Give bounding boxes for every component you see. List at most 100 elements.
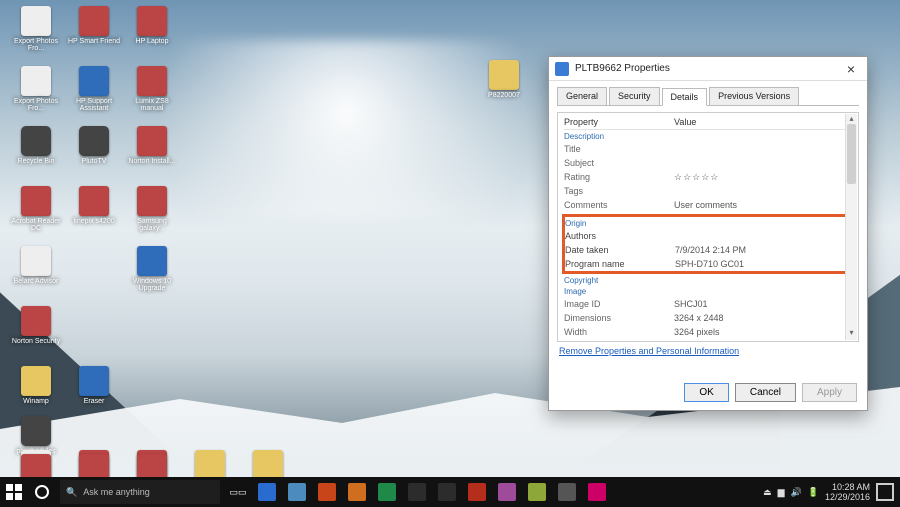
- file-icon: [195, 450, 225, 480]
- property-value: 7/9/2014 2:14 PM: [675, 243, 746, 257]
- file-icon: [79, 126, 109, 156]
- remove-properties-link[interactable]: Remove Properties and Personal Informati…: [559, 346, 857, 356]
- property-row[interactable]: Dimensions3264 x 2448: [564, 311, 852, 325]
- desktop-icon[interactable]: PlutoTV: [68, 126, 120, 165]
- taskbar-app[interactable]: [252, 477, 282, 507]
- app-icon: [258, 483, 276, 501]
- desktop-icon-label: Windows 10 Upgrade: [126, 278, 178, 292]
- desktop-icon[interactable]: finepix s4200: [68, 186, 120, 225]
- property-name: Title: [564, 142, 674, 156]
- file-icon: [137, 246, 167, 276]
- cancel-button[interactable]: Cancel: [735, 383, 796, 402]
- taskbar-app[interactable]: [282, 477, 312, 507]
- network-icon[interactable]: ▆: [778, 487, 785, 498]
- property-row[interactable]: Image IDSHCJ01: [564, 297, 852, 311]
- dialog-titlebar[interactable]: PLTB9662 Properties ×: [549, 57, 867, 81]
- desktop-icon[interactable]: Recycle Bin: [10, 126, 62, 165]
- property-row[interactable]: Title: [564, 142, 852, 156]
- cortana-icon[interactable]: [28, 477, 56, 507]
- file-icon: [137, 66, 167, 96]
- ok-button[interactable]: OK: [684, 383, 728, 402]
- file-icon: [21, 186, 51, 216]
- property-row[interactable]: Authors: [565, 229, 851, 243]
- property-name: Height: [564, 339, 674, 342]
- property-value: 3264 x 2448: [674, 311, 724, 325]
- battery-icon[interactable]: 🔋: [808, 487, 819, 498]
- desktop-icon-label: HP Support Assistant: [68, 98, 120, 112]
- desktop-icon[interactable]: HP Smart Friend: [68, 6, 120, 45]
- taskbar-app[interactable]: [402, 477, 432, 507]
- search-box[interactable]: 🔍 Ask me anything: [60, 480, 220, 504]
- taskbar-app[interactable]: [522, 477, 552, 507]
- taskbar-app[interactable]: [312, 477, 342, 507]
- desktop-icon[interactable]: P8220007: [478, 60, 530, 99]
- property-name: Subject: [564, 156, 674, 170]
- property-row[interactable]: Program nameSPH-D710 GC01: [565, 257, 851, 271]
- column-header-property: Property: [564, 117, 674, 127]
- app-icon: [438, 483, 456, 501]
- volume-icon[interactable]: 🔊: [791, 487, 802, 498]
- tray-icon[interactable]: ⏏: [763, 487, 772, 498]
- clock[interactable]: 10:28 AM 12/29/2016: [825, 482, 876, 502]
- app-icon: [528, 483, 546, 501]
- desktop-icon-label: finepix s4200: [68, 218, 120, 225]
- desktop[interactable]: { "desktop_icons": [ {"label":"Export Ph…: [0, 0, 900, 507]
- apply-button[interactable]: Apply: [802, 383, 857, 402]
- file-icon: [21, 126, 51, 156]
- property-name: Comments: [564, 198, 674, 212]
- desktop-icon[interactable]: Winamp: [10, 366, 62, 405]
- desktop-icon[interactable]: Norton Security: [10, 306, 62, 345]
- taskbar-app[interactable]: [552, 477, 582, 507]
- property-row[interactable]: Rating☆☆☆☆☆: [564, 170, 852, 184]
- desktop-icon-label: Export Photos Fro...: [10, 38, 62, 52]
- desktop-icon[interactable]: Export Photos Fro...: [10, 66, 62, 112]
- property-group-header: Copyright: [564, 276, 852, 285]
- desktop-icon[interactable]: Export Photos Fro...: [10, 6, 62, 52]
- scroll-down-icon[interactable]: ▾: [846, 328, 857, 340]
- taskbar-app[interactable]: [582, 477, 612, 507]
- tab-general[interactable]: General: [557, 87, 607, 105]
- desktop-icon[interactable]: Belarc Advisor: [10, 246, 62, 285]
- desktop-icon[interactable]: Eraser: [68, 366, 120, 405]
- details-pane[interactable]: Property Value DescriptionTitleSubjectRa…: [557, 112, 859, 342]
- desktop-icon-label: Eraser: [68, 398, 120, 405]
- property-value: SPH-D710 GC01: [675, 257, 744, 271]
- tab-security[interactable]: Security: [609, 87, 660, 105]
- tab-details[interactable]: Details: [662, 88, 708, 106]
- taskbar-app[interactable]: [462, 477, 492, 507]
- desktop-icon[interactable]: Acrobat Reader DC: [10, 186, 62, 232]
- desktop-icon[interactable]: Lumix ZS8 manual: [126, 66, 178, 112]
- property-row[interactable]: Subject: [564, 156, 852, 170]
- action-center-icon[interactable]: [876, 483, 894, 501]
- property-name: Width: [564, 325, 674, 339]
- column-header-value: Value: [674, 117, 696, 127]
- taskbar-app[interactable]: [492, 477, 522, 507]
- desktop-icon[interactable]: HP Support Assistant: [68, 66, 120, 112]
- desktop-icon[interactable]: Samsung galaxy...: [126, 186, 178, 232]
- property-row[interactable]: Tags: [564, 184, 852, 198]
- desktop-icon[interactable]: Norton Install...: [126, 126, 178, 165]
- desktop-icon[interactable]: HP Laptop: [126, 6, 178, 45]
- scroll-thumb[interactable]: [847, 124, 856, 184]
- scrollbar[interactable]: ▴ ▾: [845, 114, 857, 340]
- file-icon: [137, 186, 167, 216]
- property-row[interactable]: CommentsUser comments: [564, 198, 852, 212]
- system-tray[interactable]: ⏏ ▆ 🔊 🔋: [757, 487, 825, 498]
- tab-previous-versions[interactable]: Previous Versions: [709, 87, 799, 105]
- property-row[interactable]: Height2448 pixels: [564, 339, 852, 342]
- property-row[interactable]: Width3264 pixels: [564, 325, 852, 339]
- taskbar-app[interactable]: [432, 477, 462, 507]
- desktop-icon[interactable]: Windows 10 Upgrade: [126, 246, 178, 292]
- tab-strip: General Security Details Previous Versio…: [549, 81, 867, 105]
- taskbar-app[interactable]: [372, 477, 402, 507]
- folder-icon: [489, 60, 519, 90]
- start-button[interactable]: [0, 477, 28, 507]
- close-button[interactable]: ×: [841, 61, 861, 77]
- property-row[interactable]: Date taken7/9/2014 2:14 PM: [565, 243, 851, 257]
- file-icon: [21, 416, 51, 446]
- app-icon: [288, 483, 306, 501]
- taskbar-app[interactable]: [342, 477, 372, 507]
- task-view-icon[interactable]: ▭▭: [224, 477, 252, 507]
- app-icon: [348, 483, 366, 501]
- desktop-icon-label: Recycle Bin: [10, 158, 62, 165]
